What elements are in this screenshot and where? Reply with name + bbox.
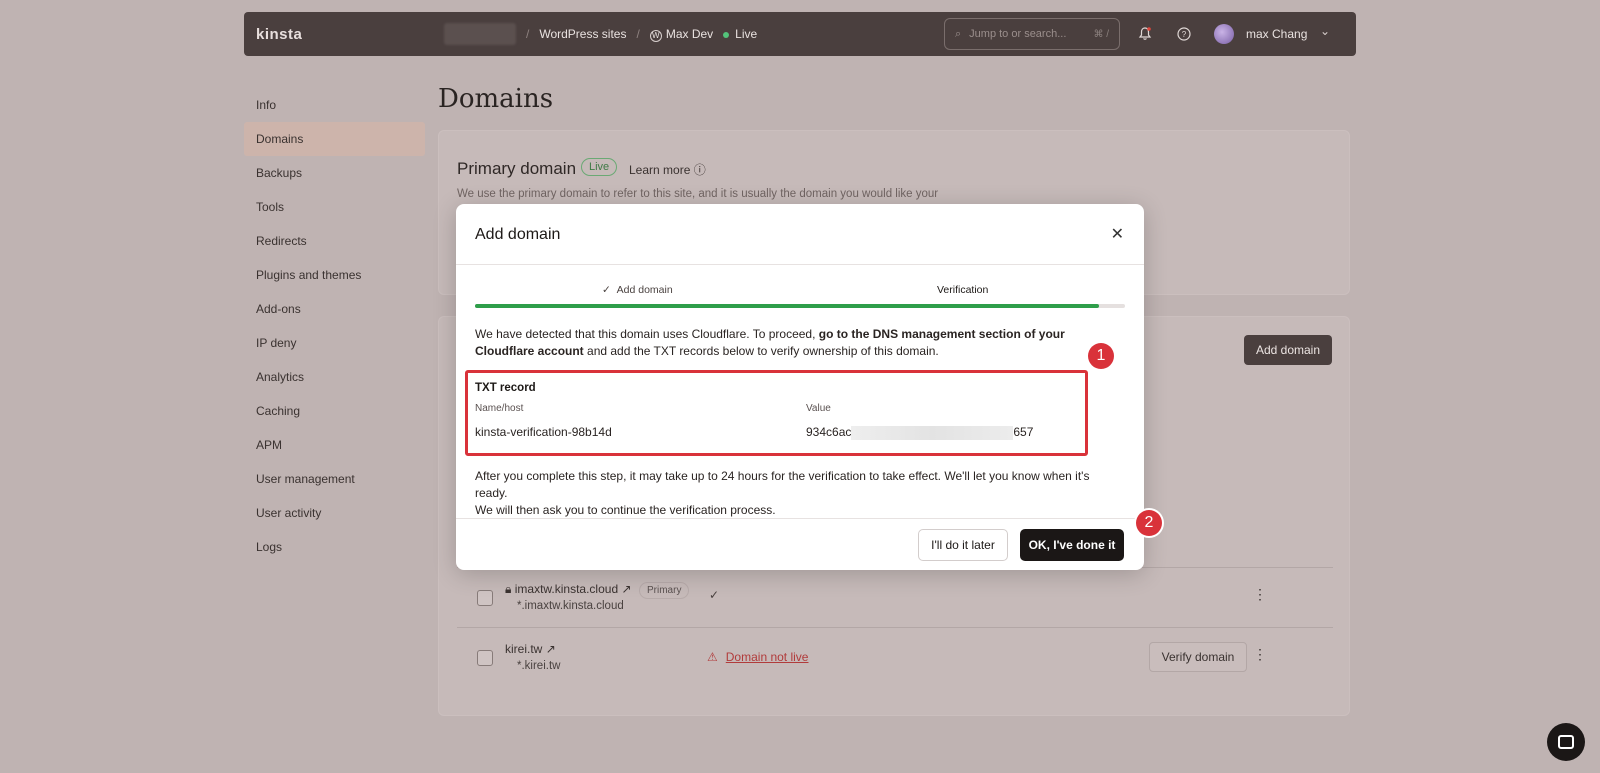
row-checkbox[interactable] (477, 590, 493, 606)
sidebar-item-ip-deny[interactable]: IP deny (244, 326, 425, 360)
sidebar-item-logs[interactable]: Logs (244, 530, 425, 564)
value-end: 657 (1013, 425, 1034, 439)
table-row: 🔒︎ imaxtw.kinsta.cloud ↗ Primary *.imaxt… (457, 567, 1333, 627)
value-redacted (851, 425, 1014, 440)
step-add-domain: ✓ Add domain (602, 284, 673, 296)
domain-name-text: kirei.tw (505, 642, 543, 656)
check-icon: ✓ (709, 588, 720, 602)
after-line-2: We will then ask you to continue the ver… (475, 503, 776, 517)
lock-icon: 🔒︎ (505, 582, 512, 596)
highlight-box (465, 370, 1088, 456)
live-dot-icon (723, 32, 730, 38)
breadcrumb-company-redacted[interactable] (444, 23, 516, 45)
sidebar-item-apm[interactable]: APM (244, 428, 425, 462)
progress-fill (475, 304, 1099, 308)
search-placeholder: Jump to or search... (969, 28, 1067, 40)
sidebar-item-info[interactable]: Info (244, 88, 425, 122)
domain-name-text: imaxtw.kinsta.cloud (514, 582, 619, 596)
txt-name-value[interactable]: kinsta-verification-98b14d (475, 425, 612, 439)
domain-wildcard: *.kirei.tw (517, 660, 561, 672)
txt-record-title: TXT record (475, 382, 536, 394)
step-label: Add domain (616, 284, 673, 296)
sidebar-item-user-activity[interactable]: User activity (244, 496, 425, 530)
row-checkbox[interactable] (477, 650, 493, 666)
sidebar-item-tools[interactable]: Tools (244, 190, 425, 224)
sidebar-item-plugins-themes[interactable]: Plugins and themes (244, 258, 425, 292)
sidebar: Info Domains Backups Tools Redirects Plu… (244, 88, 425, 564)
ok-done-button[interactable]: OK, I've done it (1020, 529, 1124, 561)
user-name[interactable]: max Chang (1246, 27, 1307, 41)
primary-tag: Primary (639, 582, 690, 599)
divider (456, 264, 1144, 265)
after-line-1: After you complete this step, it may tak… (475, 469, 1090, 500)
search-shortcut: ⌘ / (1093, 28, 1109, 40)
help-icon[interactable]: ? (1175, 25, 1193, 43)
search-icon: ⌕ (955, 27, 962, 40)
avatar[interactable] (1214, 24, 1234, 44)
domain-status: ⚠ Domain not live (707, 650, 808, 664)
external-link-icon[interactable]: ↗ (621, 582, 631, 596)
learn-more-label: Learn more (629, 163, 691, 177)
intro-text: We have detected that this domain uses C… (475, 327, 819, 341)
domain-not-live-link[interactable]: Domain not live (726, 650, 809, 664)
breadcrumb-separator: / (636, 27, 640, 41)
sidebar-item-user-management[interactable]: User management (244, 462, 425, 496)
breadcrumb-separator: / (526, 27, 530, 41)
after-instructions: After you complete this step, it may tak… (475, 468, 1125, 519)
svg-text:?: ? (1182, 30, 1187, 39)
check-icon: ✓ (602, 284, 611, 296)
name-host-label: Name/host (475, 403, 524, 414)
breadcrumb-site[interactable]: W Max Dev (649, 26, 714, 42)
verify-domain-button[interactable]: Verify domain (1149, 642, 1247, 672)
add-domain-modal: Add domain ✕ ✓ Add domain Verification W… (456, 204, 1144, 570)
table-row: kirei.tw ↗ *.kirei.tw ⚠ Domain not live V… (457, 627, 1333, 687)
environment-label: Live (735, 27, 758, 41)
chat-support-button[interactable] (1547, 723, 1585, 761)
close-icon[interactable]: ✕ (1111, 224, 1124, 244)
sidebar-item-caching[interactable]: Caching (244, 394, 425, 428)
site-name: Max Dev (665, 26, 714, 41)
warning-icon: ⚠ (707, 650, 718, 664)
learn-more-link[interactable]: Learn more ⓘ (629, 161, 706, 178)
domain-name[interactable]: 🔒︎ imaxtw.kinsta.cloud ↗ (505, 582, 632, 597)
domain-wildcard: *.imaxtw.kinsta.cloud (517, 600, 624, 612)
breadcrumb: / WordPress sites / W Max Dev Live (444, 23, 757, 45)
status-badge: Live (581, 158, 618, 176)
cloudflare-instructions: We have detected that this domain uses C… (475, 326, 1115, 360)
external-link-icon[interactable]: ↗ (546, 642, 556, 656)
breadcrumb-wordpress-sites[interactable]: WordPress sites (539, 27, 626, 41)
sidebar-item-add-ons[interactable]: Add-ons (244, 292, 425, 326)
add-domain-button[interactable]: Add domain (1244, 335, 1332, 365)
notification-bell-icon[interactable] (1136, 25, 1154, 43)
modal-title: Add domain (475, 226, 561, 243)
kinsta-logo[interactable]: kinsta (256, 26, 302, 43)
sidebar-item-backups[interactable]: Backups (244, 156, 425, 190)
annotation-marker-1: 1 (1088, 343, 1114, 369)
help-circle-icon: ⓘ (693, 163, 706, 177)
primary-domain-title: Primary domain (457, 159, 577, 178)
environment-badge[interactable]: Live (723, 27, 757, 41)
primary-domain-description: We use the primary domain to refer to th… (457, 188, 939, 200)
progress-bar (475, 304, 1125, 308)
sidebar-item-redirects[interactable]: Redirects (244, 224, 425, 258)
annotation-marker-2: 2 (1136, 510, 1162, 536)
more-options-icon[interactable]: ⋮ (1253, 646, 1267, 663)
step-verification: Verification (937, 284, 989, 296)
sidebar-item-domains[interactable]: Domains (244, 122, 425, 156)
sidebar-item-analytics[interactable]: Analytics (244, 360, 425, 394)
value-start: 934c6ac (806, 425, 852, 439)
txt-record-value[interactable]: 934c6ac 657 (806, 425, 1033, 440)
chat-icon (1558, 735, 1574, 749)
search-input[interactable]: ⌕ Jump to or search... ⌘ / (944, 18, 1120, 50)
do-it-later-button[interactable]: I'll do it later (918, 529, 1008, 561)
more-options-icon[interactable]: ⋮ (1253, 586, 1267, 603)
chevron-down-icon[interactable]: ⌄ (1320, 24, 1330, 38)
divider (456, 518, 1144, 519)
domain-name[interactable]: kirei.tw ↗ (505, 642, 556, 656)
intro-rest-text: and add the TXT records below to verify … (583, 344, 939, 358)
top-bar: kinsta / WordPress sites / W Max Dev Live… (244, 12, 1356, 56)
wordpress-icon: W (649, 29, 662, 42)
page-title: Domains (438, 84, 554, 114)
value-label: Value (806, 403, 831, 414)
